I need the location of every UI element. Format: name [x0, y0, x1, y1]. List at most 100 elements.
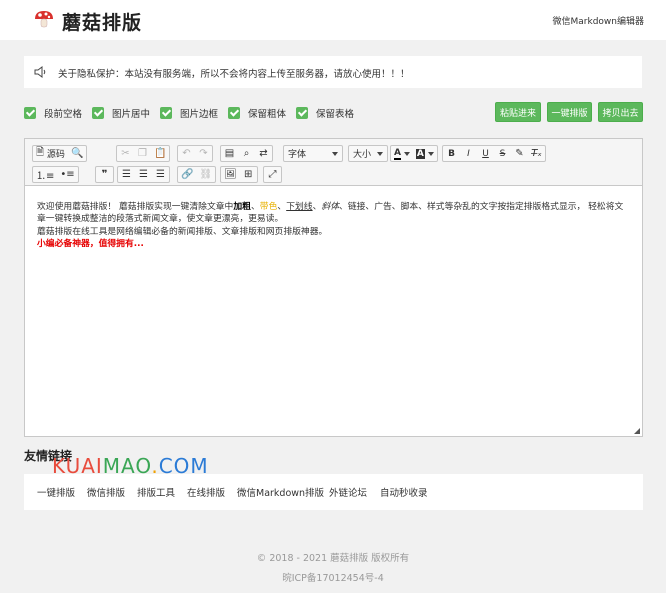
- text-color-icon: A: [394, 147, 401, 160]
- image-button[interactable]: 🖼: [221, 167, 240, 182]
- clipboard-icon: 📋: [154, 148, 167, 159]
- source-label: 源码: [46, 150, 65, 160]
- content-colored-text: 带色: [259, 202, 278, 212]
- strikethrough-button[interactable]: S: [494, 146, 511, 161]
- link-icon: 🔗: [181, 169, 194, 180]
- option-image-border[interactable]: 图片边框: [160, 106, 218, 120]
- checkbox-checked-icon[interactable]: [92, 107, 104, 119]
- friend-link[interactable]: 微信Markdown排版: [237, 485, 324, 499]
- redo-button[interactable]: ↷: [195, 146, 212, 161]
- checkbox-checked-icon[interactable]: [228, 107, 240, 119]
- content-paragraph-2: 蘑菇排版在线工具是网络编辑必备的新闻排版、文章排版和网页排版神器。: [37, 226, 328, 237]
- source-button[interactable]: 🗎 源码: [33, 146, 68, 161]
- undo-button[interactable]: ↶: [178, 146, 195, 161]
- redo-icon: ↷: [199, 148, 208, 159]
- friend-link[interactable]: 在线排版: [187, 485, 225, 499]
- align-center-icon: ☰: [139, 169, 148, 180]
- content-bold-text: 加粗: [233, 202, 251, 212]
- search-icon: ⌕: [243, 148, 250, 159]
- option-center-image[interactable]: 图片居中: [92, 106, 150, 120]
- content-text: 、: [277, 202, 287, 212]
- one-click-format-button[interactable]: 一键排版: [547, 102, 592, 122]
- option-indent[interactable]: 段前空格: [24, 106, 82, 120]
- italic-button[interactable]: I: [460, 146, 477, 161]
- content-paragraph-1: 欢迎使用蘑菇排版！ 蘑菇排版实现一键清除文章中加粗、带色、下划线、斜体、链接、广…: [37, 201, 632, 226]
- maximize-button[interactable]: ⤢: [264, 167, 281, 182]
- bold-button[interactable]: B: [443, 146, 460, 161]
- numbered-list-icon: ⒈≡: [36, 171, 55, 182]
- editor-content[interactable]: 欢迎使用蘑菇排版！ 蘑菇排版实现一键清除文章中加粗、带色、下划线、斜体、链接、广…: [37, 201, 632, 250]
- quote-icon: ❞: [101, 169, 108, 180]
- bg-color-button[interactable]: A: [413, 146, 437, 161]
- format-painter-button[interactable]: ✎: [511, 146, 528, 161]
- copy-out-button[interactable]: 拷贝出去: [598, 102, 643, 122]
- friend-link[interactable]: 自动秒收录: [380, 485, 428, 499]
- header: 蘑菇排版 微信Markdown编辑器: [0, 0, 666, 40]
- toolbar-group-history: ↶ ↷: [177, 145, 213, 162]
- undo-icon: ↶: [182, 148, 191, 159]
- toolbar-group-color: A A: [390, 145, 438, 162]
- numbered-list-button[interactable]: ⒈≡: [33, 167, 57, 182]
- preview-button[interactable]: 🔍: [68, 146, 86, 161]
- checkbox-checked-icon[interactable]: [160, 107, 172, 119]
- replace-button[interactable]: ⇄: [255, 146, 272, 161]
- option-label: 图片边框: [180, 109, 219, 120]
- rich-text-editor[interactable]: 🗎 源码 🔍 ✂ ❐ 📋 ↶ ↷ ▤ ⌕ ⇄ 字体 大小 A A B I U S…: [24, 138, 643, 437]
- paste-button[interactable]: 粘贴进来: [495, 102, 541, 122]
- privacy-notice: 关于隐私保护：本站没有服务端，所以不会将内容上传至服务器，请放心使用！！！: [24, 56, 642, 88]
- table-button[interactable]: ⊞: [240, 167, 257, 182]
- font-size-dropdown[interactable]: 大小: [348, 145, 388, 162]
- align-left-button[interactable]: ☰: [118, 167, 135, 182]
- checkbox-checked-icon[interactable]: [296, 107, 308, 119]
- scissors-icon: ✂: [121, 148, 130, 159]
- checkbox-checked-icon[interactable]: [24, 107, 36, 119]
- unlink-button[interactable]: ⛓: [196, 167, 215, 182]
- font-size-label: 大小: [353, 150, 372, 160]
- friend-link[interactable]: 排版工具: [137, 485, 175, 499]
- friend-links-bar: 一键排版 微信排版 排版工具 在线排版 微信Markdown排版 外链论坛 自动…: [24, 474, 643, 510]
- option-label: 图片居中: [112, 109, 151, 120]
- clear-format-icon: T̶ₓ: [531, 148, 542, 159]
- toolbar-group-style: B I U S ✎ T̶ₓ: [442, 145, 546, 162]
- chevron-down-icon: [427, 151, 434, 156]
- cut-button[interactable]: ✂: [117, 146, 134, 161]
- align-center-button[interactable]: ☰: [135, 167, 152, 182]
- mushroom-logo-icon: [35, 11, 53, 28]
- toolbar-group-align: ☰ ☰ ☰: [117, 166, 170, 183]
- copy-button[interactable]: ❐: [134, 146, 151, 161]
- content-paragraph-3: 小编必备神器，值得拥有...: [37, 238, 144, 249]
- align-right-button[interactable]: ☰: [152, 167, 169, 182]
- find-button[interactable]: ⌕: [238, 146, 255, 161]
- nav-link-markdown-editor[interactable]: 微信Markdown编辑器: [553, 14, 644, 27]
- paste-toolbar-button[interactable]: 📋: [151, 146, 169, 161]
- underline-button[interactable]: U: [477, 146, 494, 161]
- site-logo-text[interactable]: 蘑菇排版: [62, 8, 142, 35]
- document-icon: 🗎: [36, 147, 45, 158]
- friend-link[interactable]: 一键排版: [37, 485, 75, 499]
- chevron-down-icon: [377, 151, 383, 156]
- link-button[interactable]: 🔗: [178, 167, 196, 182]
- option-keep-table[interactable]: 保留表格: [296, 106, 354, 120]
- friend-link[interactable]: 外链论坛: [329, 485, 367, 499]
- align-left-icon: ☰: [122, 169, 131, 180]
- font-family-label: 字体: [288, 150, 307, 160]
- format-block-button[interactable]: ▤: [221, 146, 238, 161]
- blockquote-button[interactable]: ❞: [96, 167, 113, 182]
- text-color-button[interactable]: A: [391, 146, 413, 161]
- align-right-icon: ☰: [156, 169, 165, 180]
- footer-icp[interactable]: 晥ICP备17012454号-4: [0, 570, 666, 584]
- speaker-icon: [34, 66, 46, 78]
- bullet-list-button[interactable]: •≡: [57, 167, 77, 182]
- maximize-icon: ⤢: [268, 169, 277, 180]
- chevron-down-icon: [332, 151, 338, 156]
- option-keep-bold[interactable]: 保留粗体: [228, 106, 286, 120]
- option-label: 保留表格: [316, 109, 355, 120]
- toolbar-group-view: ⤢: [263, 166, 282, 183]
- toolbar-group-clipboard: ✂ ❐ 📋: [116, 145, 171, 162]
- clear-format-button[interactable]: T̶ₓ: [528, 146, 545, 161]
- brush-icon: ✎: [515, 148, 524, 159]
- resize-handle-icon[interactable]: [634, 428, 640, 434]
- table-icon: ⊞: [244, 169, 253, 180]
- friend-link[interactable]: 微信排版: [87, 485, 125, 499]
- font-family-dropdown[interactable]: 字体: [283, 145, 343, 162]
